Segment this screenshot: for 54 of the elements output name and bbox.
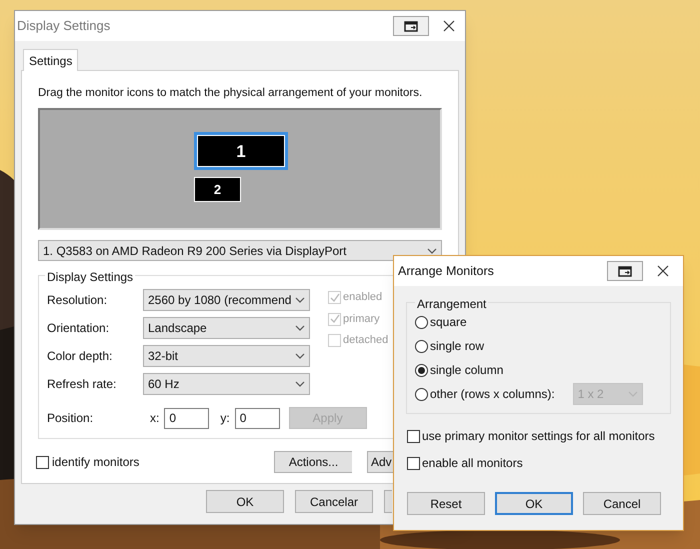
radio-button[interactable] <box>415 316 428 328</box>
select-field[interactable]: 2560 by 1080 (recommend <box>143 289 310 312</box>
monitor[interactable]: 2 <box>194 177 241 202</box>
close-icon[interactable] <box>657 265 669 277</box>
field-label: Position: <box>47 410 94 428</box>
field-label: x: <box>150 410 160 428</box>
dialog-button[interactable]: Cancelar <box>295 490 373 513</box>
checkbox[interactable] <box>36 456 49 469</box>
action-button[interactable]: Actions... <box>274 451 352 474</box>
checkbox-label: enable all monitors <box>422 455 523 472</box>
window-icon <box>404 20 418 32</box>
radio-button[interactable] <box>415 340 428 352</box>
chevron-down-icon <box>295 381 305 388</box>
radio-label: square <box>430 314 467 331</box>
checkbox-label: identify monitors <box>52 454 140 472</box>
input-field[interactable]: 0 <box>164 408 210 429</box>
display-dropdown[interactable]: 1. Q3583 on AMD Radeon R9 200 Series via DisplayPort <box>38 240 442 262</box>
action-button[interactable]: Adv <box>367 451 393 474</box>
checkbox-label: enabled <box>343 290 382 306</box>
dialog-button[interactable]: OK <box>495 492 573 515</box>
chevron-down-icon <box>295 325 305 332</box>
tab[interactable]: Settings <box>23 49 78 71</box>
checkbox-label: primary <box>343 312 380 327</box>
chevron-down-icon <box>295 353 305 360</box>
field-label: Orientation: <box>47 320 110 338</box>
dialog-button[interactable]: Reset <box>407 492 485 515</box>
window-title: Display Settings <box>17 17 110 36</box>
snap-button[interactable] <box>607 261 643 281</box>
dialog-button[interactable]: OK <box>206 490 284 513</box>
checkbox-label: use primary monitor settings for all monitors <box>422 428 655 445</box>
instruction-text: Drag the monitor icons to match the physical arrangement of your monitors. <box>38 86 424 101</box>
monitor[interactable]: 1 <box>194 132 288 170</box>
window-title: Arrange Monitors <box>398 262 494 280</box>
radio-button[interactable] <box>415 364 428 376</box>
snap-button[interactable] <box>393 16 429 36</box>
field-label: Refresh rate: <box>47 376 118 394</box>
window-icon <box>618 266 632 276</box>
dialog-button[interactable]: Cancel <box>583 492 661 515</box>
chevron-down-icon <box>295 297 305 304</box>
radio-label: single column <box>430 362 504 379</box>
radio-label: single row <box>430 338 484 355</box>
checkbox[interactable] <box>407 456 420 470</box>
select-field[interactable]: 32-bit <box>143 345 310 368</box>
field-label: Color depth: <box>47 348 114 366</box>
close-icon[interactable] <box>443 20 455 32</box>
field-label: y: <box>220 410 230 428</box>
select-field[interactable]: 60 Hz <box>143 373 310 396</box>
field-label: Resolution: <box>47 292 108 310</box>
input-field[interactable]: 0 <box>234 408 280 429</box>
checkbox-label: detached <box>343 333 388 348</box>
chevron-down-icon <box>427 248 437 254</box>
select-field[interactable]: Landscape <box>143 317 310 340</box>
radio-label: other (rows x columns): <box>430 386 555 403</box>
checkbox[interactable] <box>407 430 420 442</box>
